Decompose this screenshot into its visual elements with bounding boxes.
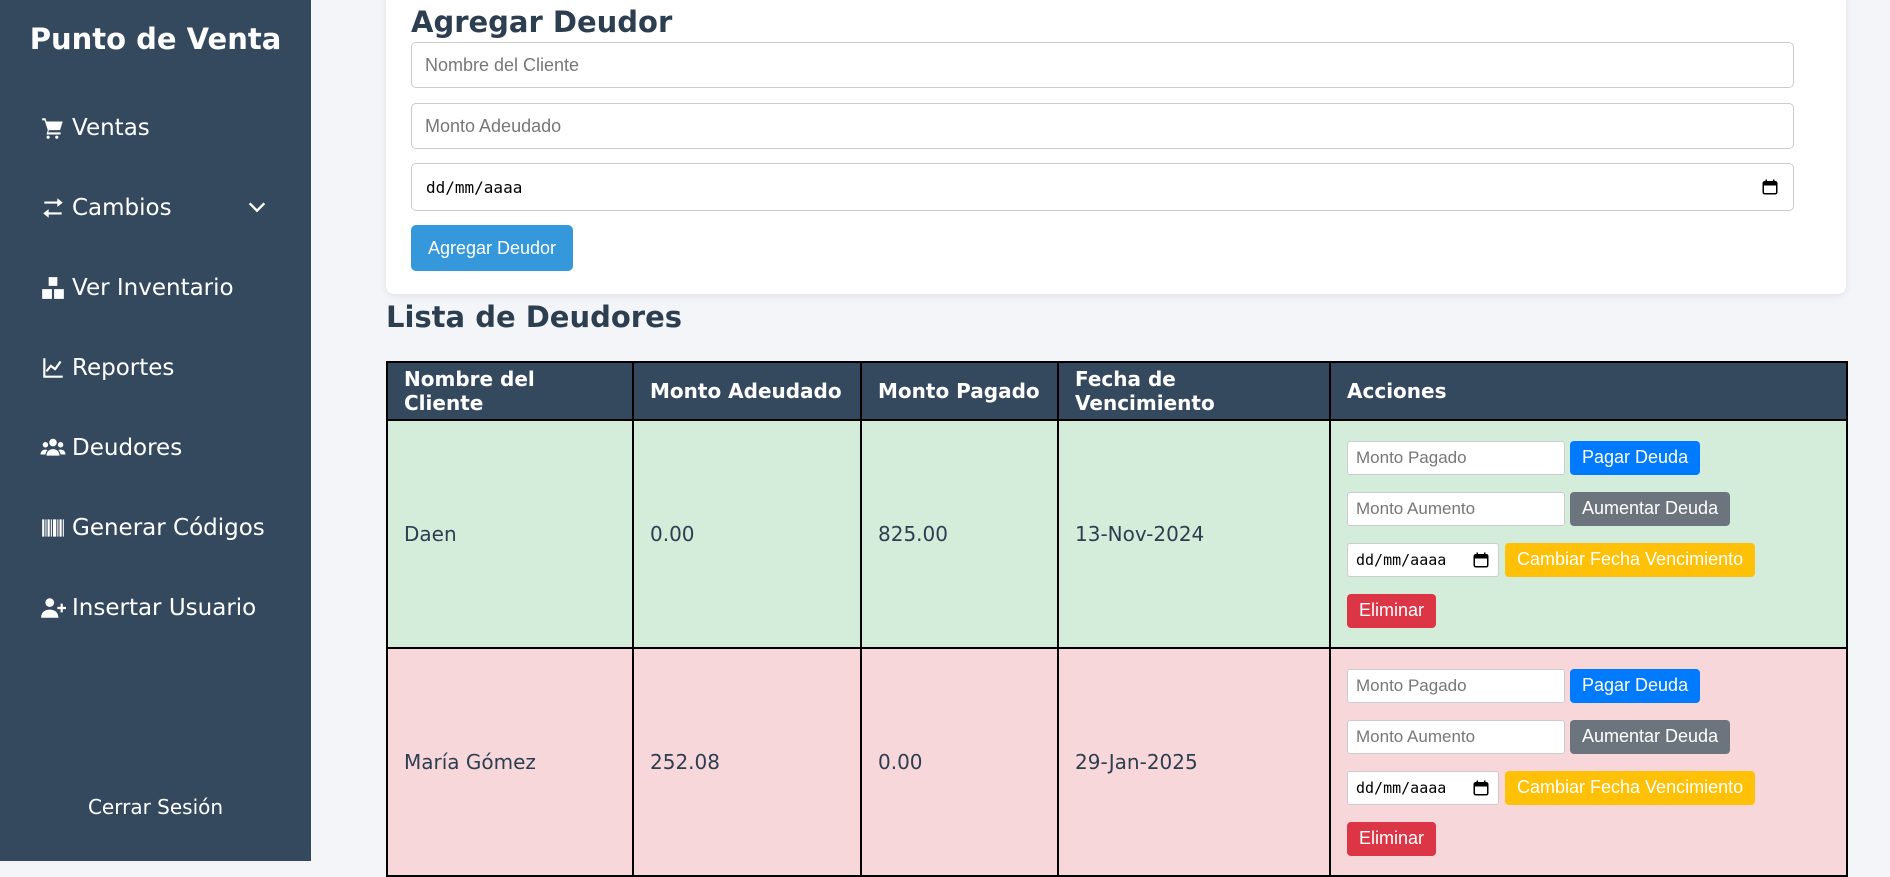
cell-owed: 252.08 bbox=[632, 647, 862, 877]
calendar-icon[interactable] bbox=[1472, 551, 1490, 569]
sidebar-item-label: Ventas bbox=[72, 115, 150, 141]
column-header-owed: Monto Adeudado bbox=[632, 361, 862, 421]
table-row: Daen 0.00 825.00 13-Nov-2024 Pagar Deuda… bbox=[386, 419, 1848, 649]
column-header-name: Nombre del Cliente bbox=[386, 361, 634, 421]
increase-debt-button[interactable]: Aumentar Deuda bbox=[1570, 491, 1731, 526]
table-header-row: Nombre del Cliente Monto Adeudado Monto … bbox=[386, 361, 1848, 421]
sidebar-item-deudores[interactable]: Deudores bbox=[40, 430, 182, 466]
increase-amount-input[interactable] bbox=[1347, 719, 1565, 754]
date-placeholder: dd/mm/aaaa bbox=[426, 177, 523, 197]
due-date-input[interactable]: dd/mm/aaaa bbox=[411, 163, 1794, 211]
exchange-icon bbox=[43, 198, 63, 218]
sidebar-item-label: Ver Inventario bbox=[72, 275, 234, 301]
date-placeholder: dd/mm/aaaa bbox=[1356, 778, 1447, 797]
sidebar-item-reportes[interactable]: Reportes bbox=[40, 350, 174, 386]
sidebar: Punto de Venta Ventas Cambios Ver Invent… bbox=[0, 0, 311, 861]
new-due-date-input[interactable]: dd/mm/aaaa bbox=[1347, 770, 1499, 805]
logout-link[interactable]: Cerrar Sesión bbox=[0, 795, 311, 819]
pay-debt-button[interactable]: Pagar Deuda bbox=[1570, 668, 1701, 703]
column-header-due: Fecha de Vencimiento bbox=[1057, 361, 1331, 421]
column-header-actions: Acciones bbox=[1329, 361, 1848, 421]
change-due-date-button[interactable]: Cambiar Fecha Vencimiento bbox=[1505, 542, 1756, 577]
client-name-input[interactable] bbox=[411, 42, 1794, 88]
date-placeholder: dd/mm/aaaa bbox=[1356, 550, 1447, 569]
cell-name: María Gómez bbox=[386, 647, 634, 877]
cell-name: Daen bbox=[386, 419, 634, 649]
sidebar-item-generar-codigos[interactable]: Generar Códigos bbox=[40, 510, 265, 546]
delete-button[interactable]: Eliminar bbox=[1347, 821, 1437, 856]
add-debtor-button[interactable]: Agregar Deudor bbox=[411, 225, 573, 271]
sidebar-item-insertar-usuario[interactable]: Insertar Usuario bbox=[40, 590, 256, 626]
form-title: Agregar Deudor bbox=[411, 5, 673, 39]
column-header-paid: Monto Pagado bbox=[860, 361, 1059, 421]
increase-debt-button[interactable]: Aumentar Deuda bbox=[1570, 719, 1731, 754]
sidebar-item-label: Deudores bbox=[72, 435, 183, 461]
delete-button[interactable]: Eliminar bbox=[1347, 593, 1437, 628]
cell-paid: 0.00 bbox=[860, 647, 1059, 877]
sidebar-item-inventario[interactable]: Ver Inventario bbox=[40, 270, 234, 306]
list-title: Lista de Deudores bbox=[386, 300, 683, 334]
calendar-icon[interactable] bbox=[1761, 178, 1779, 196]
users-icon bbox=[40, 438, 66, 456]
cell-due: 13-Nov-2024 bbox=[1057, 419, 1331, 649]
sidebar-item-label: Reportes bbox=[72, 355, 175, 381]
table-row: María Gómez 252.08 0.00 29-Jan-2025 Paga… bbox=[386, 647, 1848, 877]
cart-icon bbox=[42, 118, 63, 139]
cell-actions: Pagar Deuda Aumentar Deuda dd/mm/aaaa Ca… bbox=[1329, 647, 1848, 877]
chevron-down-icon[interactable] bbox=[246, 196, 268, 218]
sidebar-item-label: Insertar Usuario bbox=[72, 595, 257, 621]
user-plus-icon bbox=[41, 598, 66, 618]
sidebar-item-label: Generar Códigos bbox=[72, 515, 265, 541]
boxes-icon bbox=[42, 277, 64, 299]
calendar-icon[interactable] bbox=[1472, 779, 1490, 797]
cell-due: 29-Jan-2025 bbox=[1057, 647, 1331, 877]
pay-debt-button[interactable]: Pagar Deuda bbox=[1570, 440, 1701, 475]
paid-amount-input[interactable] bbox=[1347, 440, 1565, 475]
sidebar-item-cambios[interactable]: Cambios bbox=[40, 190, 172, 226]
debtors-table: Nombre del Cliente Monto Adeudado Monto … bbox=[386, 361, 1848, 877]
owed-amount-input[interactable] bbox=[411, 103, 1794, 149]
cell-owed: 0.00 bbox=[632, 419, 862, 649]
sidebar-item-ventas[interactable]: Ventas bbox=[40, 110, 150, 146]
increase-amount-input[interactable] bbox=[1347, 491, 1565, 526]
cell-actions: Pagar Deuda Aumentar Deuda dd/mm/aaaa Ca… bbox=[1329, 419, 1848, 649]
cell-paid: 825.00 bbox=[860, 419, 1059, 649]
sidebar-item-label: Cambios bbox=[72, 195, 172, 221]
paid-amount-input[interactable] bbox=[1347, 668, 1565, 703]
brand-title: Punto de Venta bbox=[29, 22, 282, 56]
change-due-date-button[interactable]: Cambiar Fecha Vencimiento bbox=[1505, 770, 1756, 805]
new-due-date-input[interactable]: dd/mm/aaaa bbox=[1347, 542, 1499, 577]
barcode-icon bbox=[42, 519, 64, 537]
chart-line-icon bbox=[43, 358, 63, 378]
